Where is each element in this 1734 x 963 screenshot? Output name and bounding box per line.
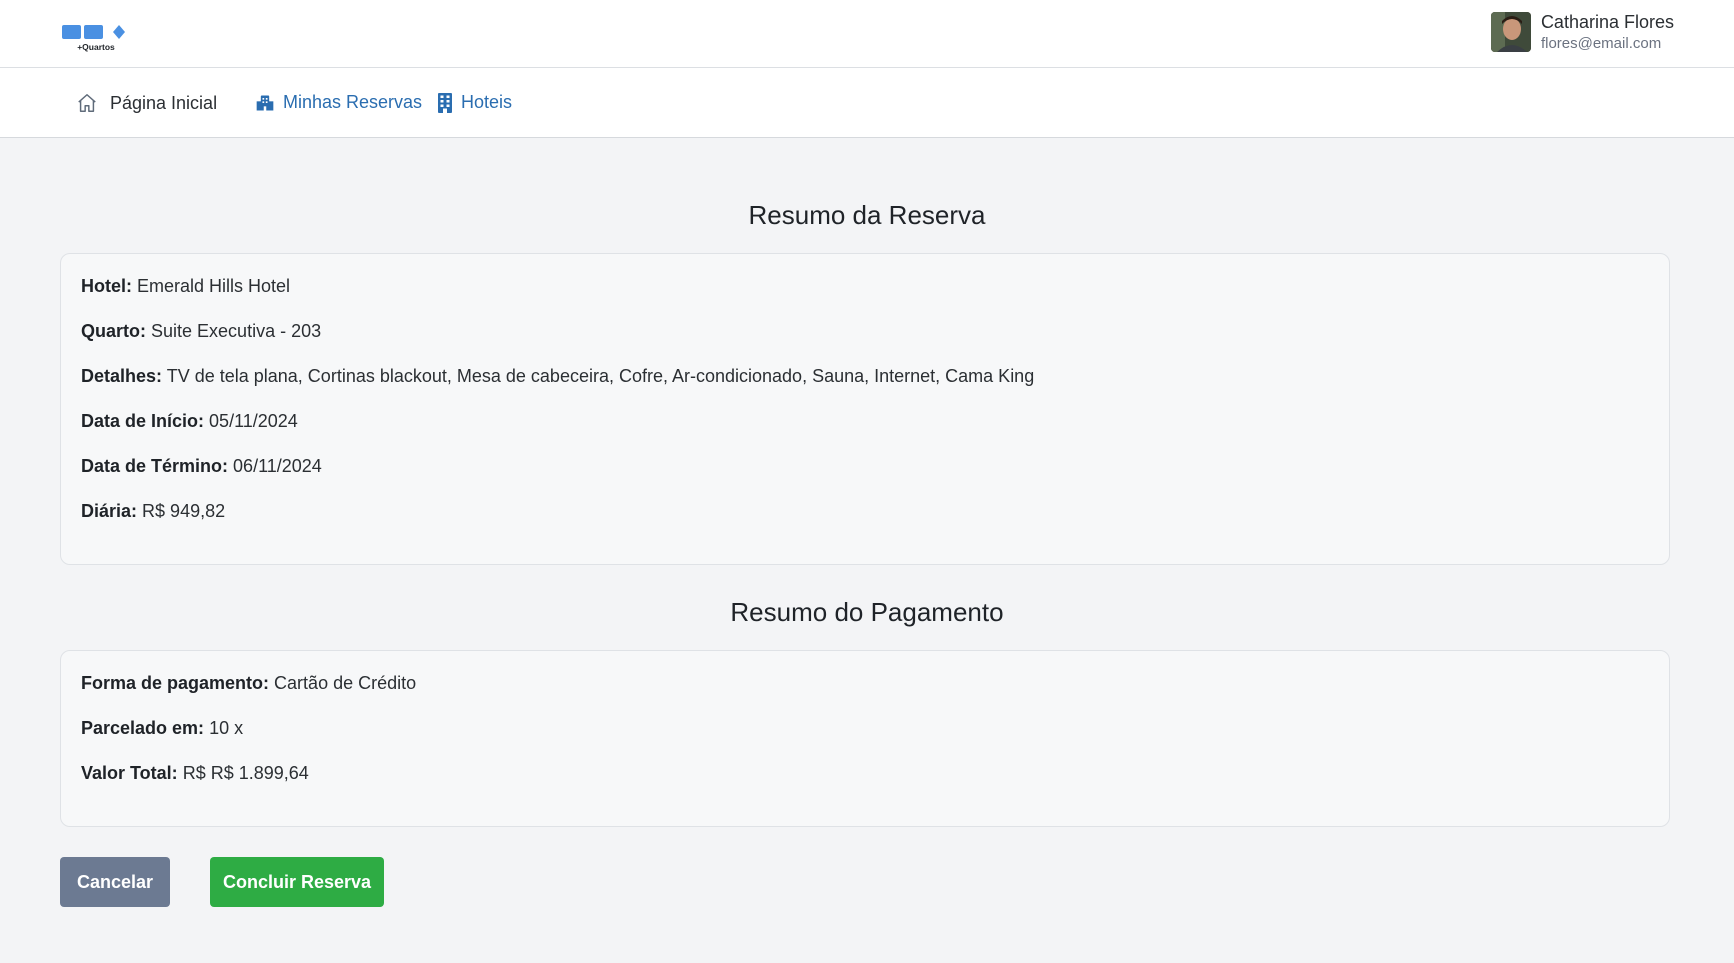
main-nav: Página Inicial Minhas Reservas Hoteis xyxy=(0,68,1734,138)
user-info: Catharina Flores flores@email.com xyxy=(1541,12,1674,53)
nav-item-home[interactable]: Página Inicial xyxy=(76,92,217,114)
reservation-field-start-date: Data de Início: 05/11/2024 xyxy=(81,409,1649,454)
field-label: Detalhes: xyxy=(81,366,163,386)
reservation-summary-card: Hotel: Emerald Hills Hotel Quarto: Suite… xyxy=(60,253,1670,565)
field-value: R$ R$ 1.899,64 xyxy=(182,763,309,783)
field-label: Quarto: xyxy=(81,321,146,341)
payment-summary-card: Forma de pagamento: Cartão de Crédito Pa… xyxy=(60,650,1670,827)
payment-field-installments: Parcelado em: 10 x xyxy=(81,716,1649,761)
avatar[interactable] xyxy=(1490,12,1531,53)
field-label: Forma de pagamento: xyxy=(81,673,270,693)
nav-item-label: Página Inicial xyxy=(110,92,218,113)
nav-item-my-reservations[interactable]: Minhas Reservas xyxy=(255,92,422,113)
payment-field-method: Forma de pagamento: Cartão de Crédito xyxy=(81,671,1649,716)
user-profile[interactable]: Catharina Flores flores@email.com xyxy=(1490,12,1674,53)
field-label: Data de Término: xyxy=(81,456,229,476)
payment-summary-title: Resumo do Pagamento xyxy=(730,597,1004,627)
field-value: 10 x xyxy=(209,718,244,738)
hotel-bookings-icon xyxy=(255,93,275,113)
field-label: Parcelado em: xyxy=(81,718,205,738)
field-value: R$ 949,82 xyxy=(142,501,226,521)
reservation-summary-title: Resumo da Reserva xyxy=(748,200,986,230)
field-label: Valor Total: xyxy=(81,763,178,783)
top-header: +Quartos Catharina Flores flores@email.c… xyxy=(0,0,1734,68)
cancel-button[interactable]: Cancelar xyxy=(60,857,170,907)
field-value: 06/11/2024 xyxy=(233,456,322,476)
field-value: 05/11/2024 xyxy=(209,411,298,431)
field-value: Suite Executiva - 203 xyxy=(151,321,322,341)
nav-item-label: Minhas Reservas xyxy=(283,92,423,112)
reservation-field-daily-rate: Diária: R$ 949,82 xyxy=(81,499,1649,544)
user-name: Catharina Flores xyxy=(1540,12,1674,32)
user-email: flores@email.com xyxy=(1540,34,1662,52)
building-icon xyxy=(437,92,453,113)
reservation-field-hotel: Hotel: Emerald Hills Hotel xyxy=(81,274,1649,319)
field-label: Hotel: xyxy=(81,276,132,296)
field-label: Data de Início: xyxy=(81,411,205,431)
field-label: Diária: xyxy=(81,501,138,521)
logo-text: +Quartos xyxy=(77,42,115,52)
confirm-reservation-button[interactable]: Concluir Reserva xyxy=(210,857,384,907)
payment-field-total: Valor Total: R$ R$ 1.899,64 xyxy=(81,761,1649,806)
nav-item-label: Hoteis xyxy=(461,92,513,112)
reservation-field-end-date: Data de Término: 06/11/2024 xyxy=(81,454,1649,499)
field-value: Cartão de Crédito xyxy=(274,673,417,693)
reservation-field-room: Quarto: Suite Executiva - 203 xyxy=(81,319,1649,364)
reservation-field-details: Detalhes: TV de tela plana, Cortinas bla… xyxy=(81,364,1649,409)
home-icon xyxy=(76,92,98,114)
nav-item-hotels[interactable]: Hoteis xyxy=(437,92,512,113)
app-logo[interactable]: +Quartos xyxy=(62,22,130,52)
field-value: Emerald Hills Hotel xyxy=(137,276,291,296)
field-value: TV de tela plana, Cortinas blackout, Mes… xyxy=(166,366,1035,386)
